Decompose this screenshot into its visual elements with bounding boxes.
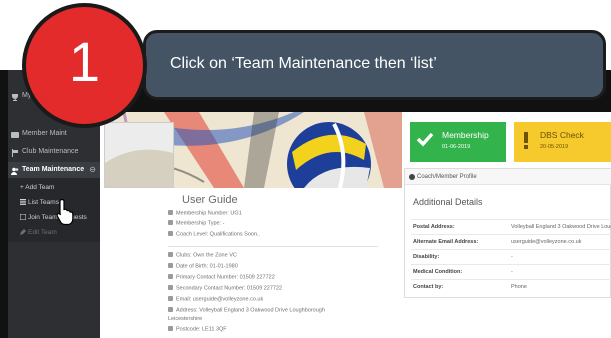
info-icon (409, 174, 415, 180)
secondary-contact-number: Secondary Contact Number: 01509 227722 (168, 285, 282, 292)
detail-row: Postal Address: Volleyball England 3 Oakw… (411, 219, 611, 234)
flag-icon (11, 148, 19, 157)
panel-title: Additional Details (413, 197, 483, 207)
instruction-callout: Click on ‘Team Maintenance then ‘list’ (143, 30, 606, 100)
team-maintenance-submenu: + Add Team List Teams Join Team Requests… (8, 178, 100, 242)
hand-cursor-icon (56, 198, 74, 226)
sidebar-item-team-maintenance[interactable]: Team Maintenance ⊖ (8, 162, 100, 178)
membership-status-tile: Membership 01-06-2019 (410, 122, 506, 162)
postcode: Postcode: LE11 3QF (168, 326, 227, 333)
detail-row: Contact by: Phone (411, 279, 611, 294)
sidebar-item-member-maintenance[interactable]: Member Maint (8, 126, 100, 142)
submenu-add-team[interactable]: + Add Team (8, 180, 100, 195)
clubs: Clubs: Own the Zone VC (168, 252, 237, 259)
membership-type: Membership Type: - (168, 220, 225, 227)
detail-row: Alternate Email Address: userguide@volley… (411, 234, 611, 249)
submenu-join-team-requests[interactable]: Join Team Requests (8, 210, 100, 225)
instruction-text: Click on ‘Team Maintenance then ‘list’ (170, 55, 437, 72)
dbs-check-tile: DBS Check 20-05-2019 (514, 122, 611, 162)
table-icon (19, 211, 27, 221)
profile-name: User Guide (182, 194, 238, 206)
primary-contact-number: Primary Contact Number: 01509 227722 (168, 274, 275, 281)
exclamation-icon (520, 130, 532, 155)
membership-number: Membership Number: UG1 (168, 210, 242, 217)
detail-row: Medical Condition: - (411, 264, 611, 279)
avatar (104, 122, 174, 188)
submenu-edit-team[interactable]: Edit Team (8, 225, 100, 240)
coach-level: Coach Level: Qualifications Soon.. (168, 231, 260, 238)
submenu-list-teams[interactable]: List Teams (8, 195, 100, 210)
list-icon (20, 196, 26, 205)
tick-icon (416, 130, 434, 153)
collapse-toggle-icon[interactable]: ⊖ (89, 162, 96, 178)
edit-icon (20, 226, 26, 235)
address-line-2: Leicestershire (168, 316, 203, 322)
date-of-birth: Date of Birth: 01-01-1980 (168, 263, 238, 270)
address: Address: Volleyball England 3 Oakwood Dr… (168, 307, 325, 314)
users-icon (11, 166, 19, 175)
email: Email: userguide@volleyzone.co.uk (168, 296, 263, 303)
coach-member-profile-panel: Coach/Member Profile Additional Details … (404, 168, 611, 298)
panel-header: Coach/Member Profile (405, 169, 611, 185)
id-card-icon (11, 130, 19, 138)
trophy-icon (11, 92, 19, 101)
divider (168, 246, 378, 247)
step-number-badge: 1 (22, 3, 147, 128)
sidebar-item-club-maintenance[interactable]: Club Maintenance (8, 144, 100, 160)
detail-row: Disability: - (411, 249, 611, 264)
